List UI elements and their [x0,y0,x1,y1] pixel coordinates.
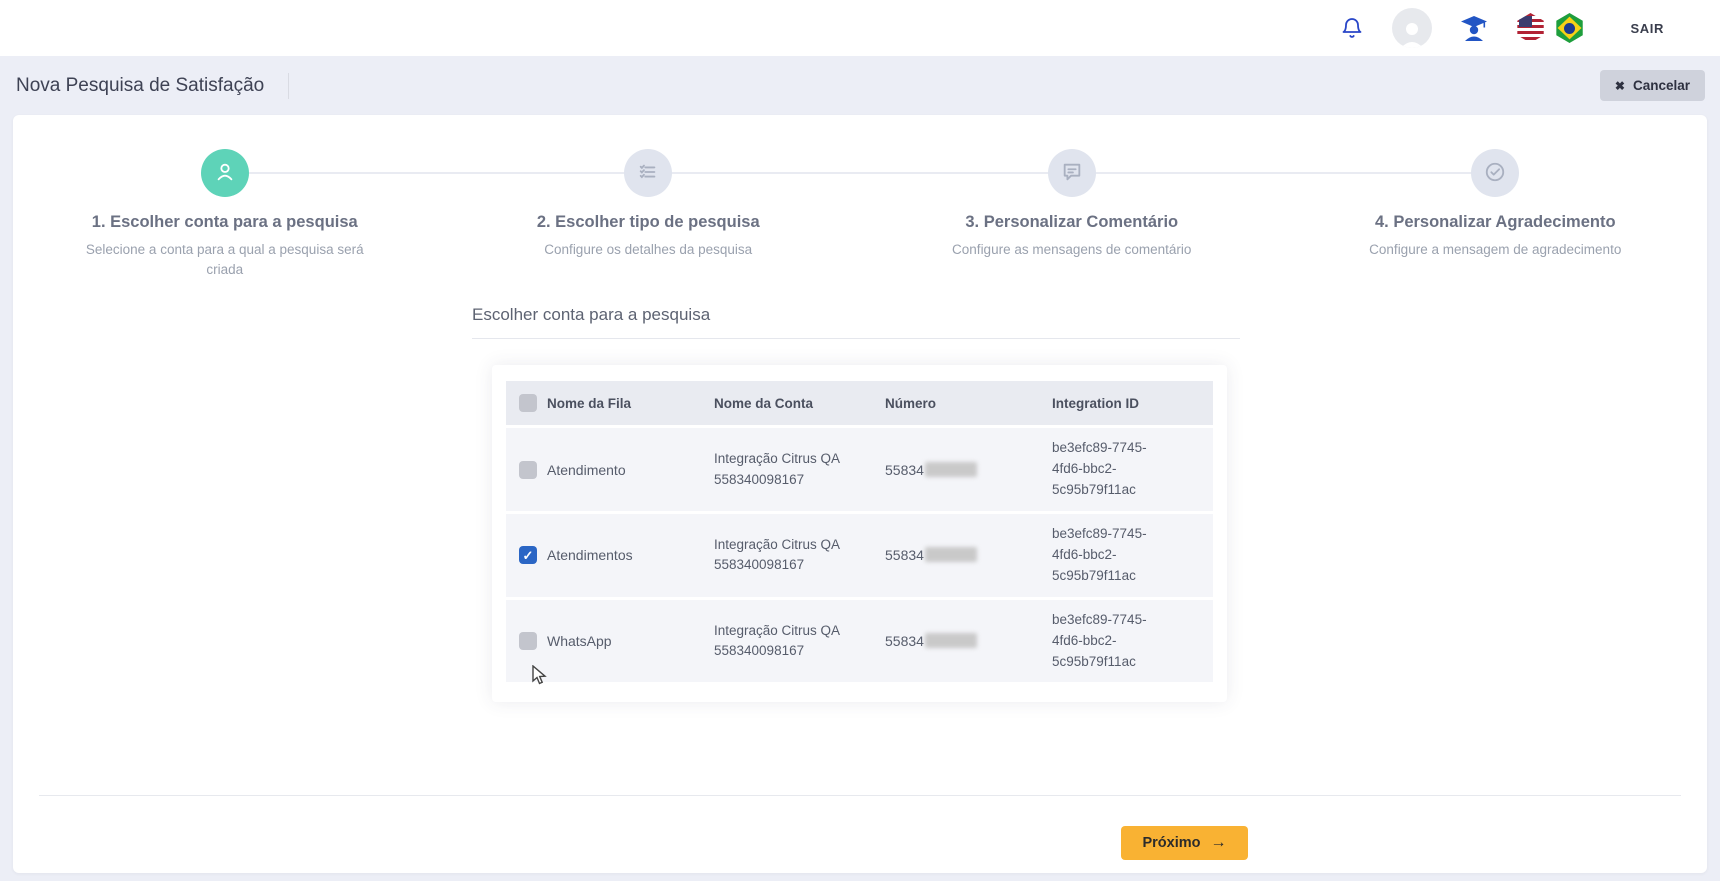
notifications-bell-icon[interactable] [1340,16,1364,40]
graduate-icon[interactable] [1460,15,1488,41]
wizard-card: 1. Escolher conta para a pesquisa Seleci… [13,115,1707,873]
step-3: 3. Personalizar Comentário Configure as … [860,149,1284,279]
redacted-number-block [925,462,977,477]
step-4-circle[interactable] [1471,149,1519,197]
step-4-title: 4. Personalizar Agradecimento [1284,213,1708,232]
row-1-queue: Atendimento [547,462,714,478]
row-1-checkbox[interactable] [519,461,537,479]
footer-divider [39,795,1681,796]
user-icon [214,161,236,186]
section-divider [472,338,1240,339]
wizard-stepper: 1. Escolher conta para a pesquisa Seleci… [13,115,1707,279]
step-1-title: 1. Escolher conta para a pesquisa [13,213,437,232]
col-header-account: Nome da Conta [714,396,885,411]
col-header-integration-id: Integration ID [1052,396,1213,411]
next-button[interactable]: Próximo → [1121,826,1248,860]
page-header: Nova Pesquisa de Satisfação ✖ Cancelar [0,56,1720,115]
topbar: SAIR [0,0,1720,56]
brazil-flag-icon[interactable] [1555,13,1585,43]
step-3-subtitle: Configure as mensagens de comentário [916,240,1228,260]
row-3-queue: WhatsApp [547,633,714,649]
redacted-number-block [925,633,977,648]
row-3-integration-id: be3efc89-7745-4fd6-bbc2-5c95b79f11ac [1052,610,1164,673]
row-2-queue: Atendimentos [547,547,714,563]
account-select-section: Escolher conta para a pesquisa Nome da F… [472,305,1240,702]
row-1-number: 55834 [885,462,1052,478]
row-1-integration-id: be3efc89-7745-4fd6-bbc2-5c95b79f11ac [1052,438,1164,501]
step-2-subtitle: Configure os detalhes da pesquisa [492,240,804,260]
step-1-circle[interactable] [201,149,249,197]
title-divider [288,73,289,99]
step-4-subtitle: Configure a mensagem de agradecimento [1339,240,1651,260]
table-row[interactable]: Atendimento Integração Citrus QA 5583400… [506,428,1213,511]
redacted-number-block [925,547,977,562]
close-icon: ✖ [1615,79,1625,93]
table-header-row: Nome da Fila Nome da Conta Número Integr… [506,381,1213,425]
step-1-subtitle: Selecione a conta para a qual a pesquisa… [69,240,381,279]
step-4: 4. Personalizar Agradecimento Configure … [1284,149,1708,279]
accounts-table: Nome da Fila Nome da Conta Número Integr… [492,365,1227,702]
row-2-number: 55834 [885,547,1052,563]
check-icon: ✓ [523,549,534,562]
checklist-icon [637,161,659,186]
stepper-connector-line [225,172,1496,174]
cancel-label: Cancelar [1633,78,1690,93]
row-3-account: Integração Citrus QA 558340098167 [714,621,866,662]
table-row[interactable]: WhatsApp Integração Citrus QA 5583400981… [506,597,1213,683]
next-label: Próximo [1142,835,1200,851]
comment-icon [1061,161,1083,186]
row-1-account: Integração Citrus QA 558340098167 [714,449,866,490]
step-2-title: 2. Escolher tipo de pesquisa [437,213,861,232]
select-all-checkbox[interactable] [519,394,537,412]
step-2: 2. Escolher tipo de pesquisa Configure o… [437,149,861,279]
row-2-integration-id: be3efc89-7745-4fd6-bbc2-5c95b79f11ac [1052,524,1164,587]
check-circle-icon [1484,161,1506,186]
row-2-account: Integração Citrus QA 558340098167 [714,535,866,576]
section-title: Escolher conta para a pesquisa [472,305,1240,325]
step-2-circle[interactable] [624,149,672,197]
table-row[interactable]: ✓ Atendimentos Integração Citrus QA 5583… [506,511,1213,597]
col-header-queue: Nome da Fila [547,396,714,411]
us-flag-icon[interactable] [1516,13,1546,43]
avatar[interactable] [1392,8,1432,48]
col-header-number: Número [885,396,1052,411]
step-3-circle[interactable] [1048,149,1096,197]
cancel-button[interactable]: ✖ Cancelar [1600,70,1705,101]
logout-button[interactable]: SAIR [1631,21,1664,36]
row-3-number: 55834 [885,633,1052,649]
arrow-right-icon: → [1211,834,1227,852]
page-title: Nova Pesquisa de Satisfação [16,75,264,97]
row-3-checkbox[interactable] [519,632,537,650]
row-2-checkbox[interactable]: ✓ [519,546,537,564]
step-1: 1. Escolher conta para a pesquisa Seleci… [13,149,437,279]
step-3-title: 3. Personalizar Comentário [860,213,1284,232]
